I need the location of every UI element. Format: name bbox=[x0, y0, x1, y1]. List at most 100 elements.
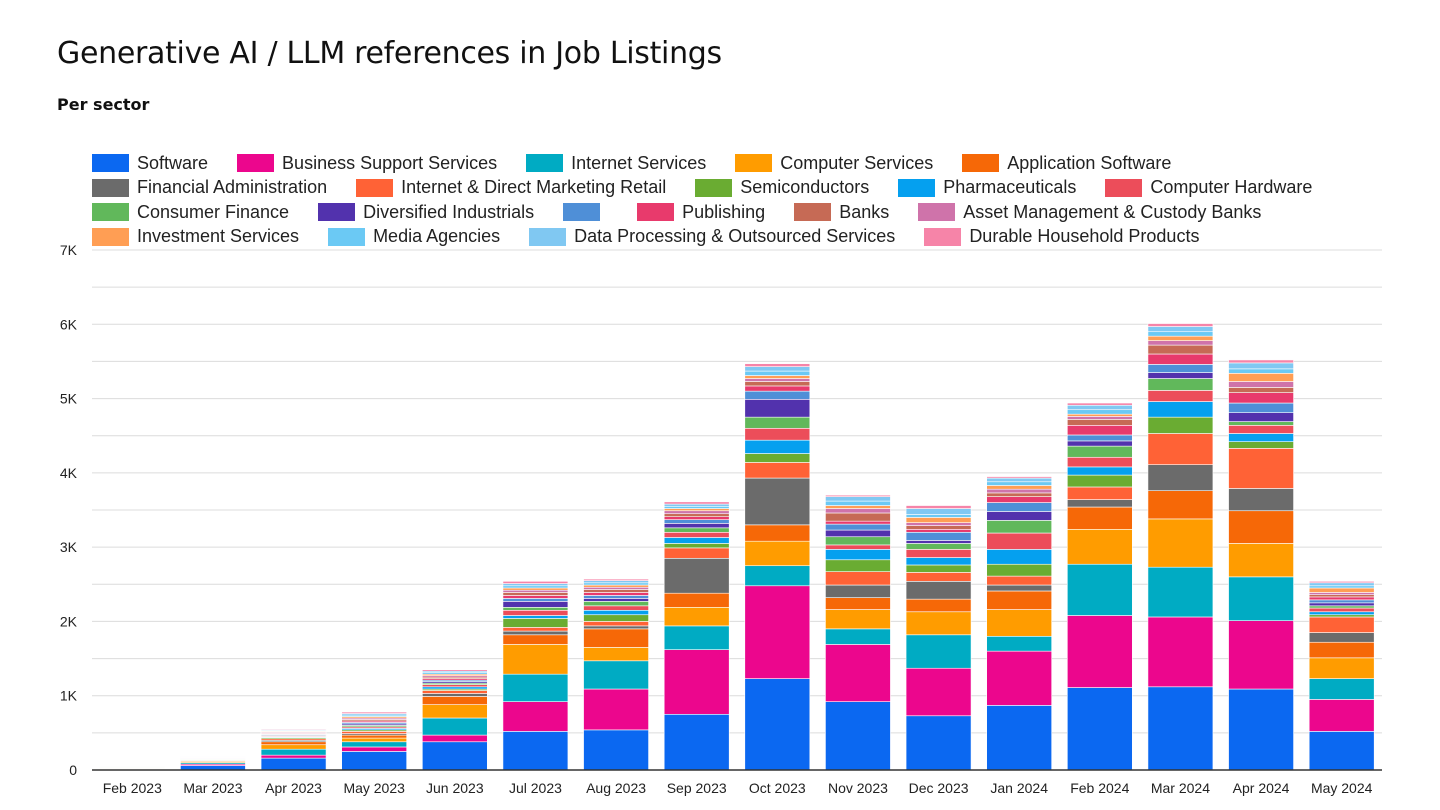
bar-segment[interactable] bbox=[825, 559, 891, 572]
bar-segment[interactable] bbox=[583, 592, 649, 596]
bar-segment[interactable] bbox=[1067, 404, 1133, 411]
bar-segment[interactable] bbox=[502, 601, 569, 608]
bar-segment[interactable] bbox=[422, 669, 488, 672]
bar-segment[interactable] bbox=[341, 741, 407, 748]
bar-segment[interactable] bbox=[905, 564, 972, 573]
bar-segment[interactable] bbox=[663, 649, 730, 715]
bar-segment[interactable] bbox=[1308, 587, 1375, 593]
bar-segment[interactable] bbox=[744, 378, 811, 382]
bar-segment[interactable] bbox=[744, 363, 811, 367]
bar-segment[interactable] bbox=[583, 628, 649, 648]
bar-segment[interactable] bbox=[663, 607, 730, 627]
bar-segment[interactable] bbox=[663, 508, 730, 512]
bar-segment[interactable] bbox=[663, 592, 730, 608]
bar-segment[interactable] bbox=[260, 757, 327, 771]
bar-segment[interactable] bbox=[986, 609, 1052, 637]
bar-segment[interactable] bbox=[744, 678, 811, 771]
bar-segment[interactable] bbox=[502, 673, 569, 702]
bar-segment[interactable] bbox=[986, 477, 1052, 483]
bar-segment[interactable] bbox=[986, 496, 1052, 503]
bar-segment[interactable] bbox=[986, 635, 1052, 652]
bar-segment[interactable] bbox=[341, 737, 407, 743]
bar-segment[interactable] bbox=[986, 563, 1052, 577]
bar-segment[interactable] bbox=[744, 585, 811, 679]
bar-segment[interactable] bbox=[583, 584, 649, 588]
bar-segment[interactable] bbox=[502, 615, 569, 619]
bar-segment[interactable] bbox=[986, 520, 1052, 534]
bar-segment[interactable] bbox=[583, 595, 649, 599]
bar-segment[interactable] bbox=[1228, 576, 1294, 621]
bar-segment[interactable] bbox=[825, 496, 891, 502]
bar-segment[interactable] bbox=[422, 741, 488, 771]
bar-segment[interactable] bbox=[502, 589, 569, 593]
bar-segment[interactable] bbox=[663, 531, 730, 538]
bar-segment[interactable] bbox=[1228, 373, 1294, 382]
bar-segment[interactable] bbox=[1147, 331, 1214, 337]
bar-segment[interactable] bbox=[905, 581, 972, 600]
bar-segment[interactable] bbox=[1147, 518, 1214, 568]
bar-segment[interactable] bbox=[744, 462, 811, 479]
bar-segment[interactable] bbox=[744, 416, 811, 429]
bar-segment[interactable] bbox=[905, 508, 972, 515]
bar-segment[interactable] bbox=[905, 667, 972, 717]
bar-segment[interactable] bbox=[1067, 499, 1133, 508]
bar-segment[interactable] bbox=[1228, 510, 1294, 544]
bar-segment[interactable] bbox=[1067, 416, 1133, 420]
bar-segment[interactable] bbox=[1147, 340, 1214, 346]
bar-segment[interactable] bbox=[1067, 687, 1133, 771]
bar-segment[interactable] bbox=[825, 549, 891, 561]
bar-segment[interactable] bbox=[1067, 413, 1133, 417]
bar-segment[interactable] bbox=[1067, 425, 1133, 436]
bar-segment[interactable] bbox=[1308, 592, 1375, 595]
bar-segment[interactable] bbox=[1147, 344, 1214, 355]
bar-segment[interactable] bbox=[1067, 402, 1133, 406]
bar-segment[interactable] bbox=[1228, 381, 1294, 388]
bar-segment[interactable] bbox=[986, 476, 1052, 479]
bar-segment[interactable] bbox=[825, 584, 891, 598]
bar-segment[interactable] bbox=[744, 453, 811, 463]
bar-segment[interactable] bbox=[502, 609, 569, 616]
bar-segment[interactable] bbox=[825, 701, 891, 771]
bar-segment[interactable] bbox=[825, 571, 891, 586]
bar-segment[interactable] bbox=[986, 502, 1052, 512]
bar-segment[interactable] bbox=[1228, 441, 1294, 449]
bar-segment[interactable] bbox=[1067, 419, 1133, 426]
bar-segment[interactable] bbox=[1147, 686, 1214, 771]
bar-segment[interactable] bbox=[744, 390, 811, 400]
bar-segment[interactable] bbox=[1147, 433, 1214, 465]
bar-segment[interactable] bbox=[1067, 456, 1133, 468]
bar-segment[interactable] bbox=[1228, 543, 1294, 578]
bar-segment[interactable] bbox=[502, 607, 569, 611]
bar-segment[interactable] bbox=[663, 501, 730, 505]
bar-segment[interactable] bbox=[1308, 607, 1375, 613]
bar-segment[interactable] bbox=[502, 634, 569, 645]
bar-segment[interactable] bbox=[502, 618, 569, 628]
bar-segment[interactable] bbox=[1228, 448, 1294, 489]
bar-segment[interactable] bbox=[1067, 506, 1133, 530]
bar-segment[interactable] bbox=[663, 523, 730, 529]
bar-segment[interactable] bbox=[260, 728, 327, 730]
bar-segment[interactable] bbox=[502, 731, 569, 771]
bar-segment[interactable] bbox=[1147, 464, 1214, 491]
bar-segment[interactable] bbox=[1147, 372, 1214, 379]
bar-segment[interactable] bbox=[663, 510, 730, 515]
bar-segment[interactable] bbox=[583, 601, 649, 607]
bar-segment[interactable] bbox=[663, 513, 730, 517]
bar-segment[interactable] bbox=[1228, 620, 1294, 690]
bar-segment[interactable] bbox=[1228, 402, 1294, 413]
bar-segment[interactable] bbox=[260, 754, 327, 759]
bar-segment[interactable] bbox=[1308, 614, 1375, 618]
bar-segment[interactable] bbox=[583, 660, 649, 690]
bar-segment[interactable] bbox=[744, 399, 811, 418]
bar-segment[interactable] bbox=[502, 701, 569, 732]
bar-segment[interactable] bbox=[986, 532, 1052, 550]
bar-segment[interactable] bbox=[583, 586, 649, 590]
bar-segment[interactable] bbox=[986, 584, 1052, 592]
bar-segment[interactable] bbox=[422, 686, 488, 690]
bar-segment[interactable] bbox=[1067, 486, 1133, 500]
bar-segment[interactable] bbox=[1067, 474, 1133, 488]
bar-segment[interactable] bbox=[502, 587, 569, 591]
bar-segment[interactable] bbox=[825, 536, 891, 546]
bar-segment[interactable] bbox=[663, 505, 730, 509]
bar-segment[interactable] bbox=[825, 644, 891, 702]
